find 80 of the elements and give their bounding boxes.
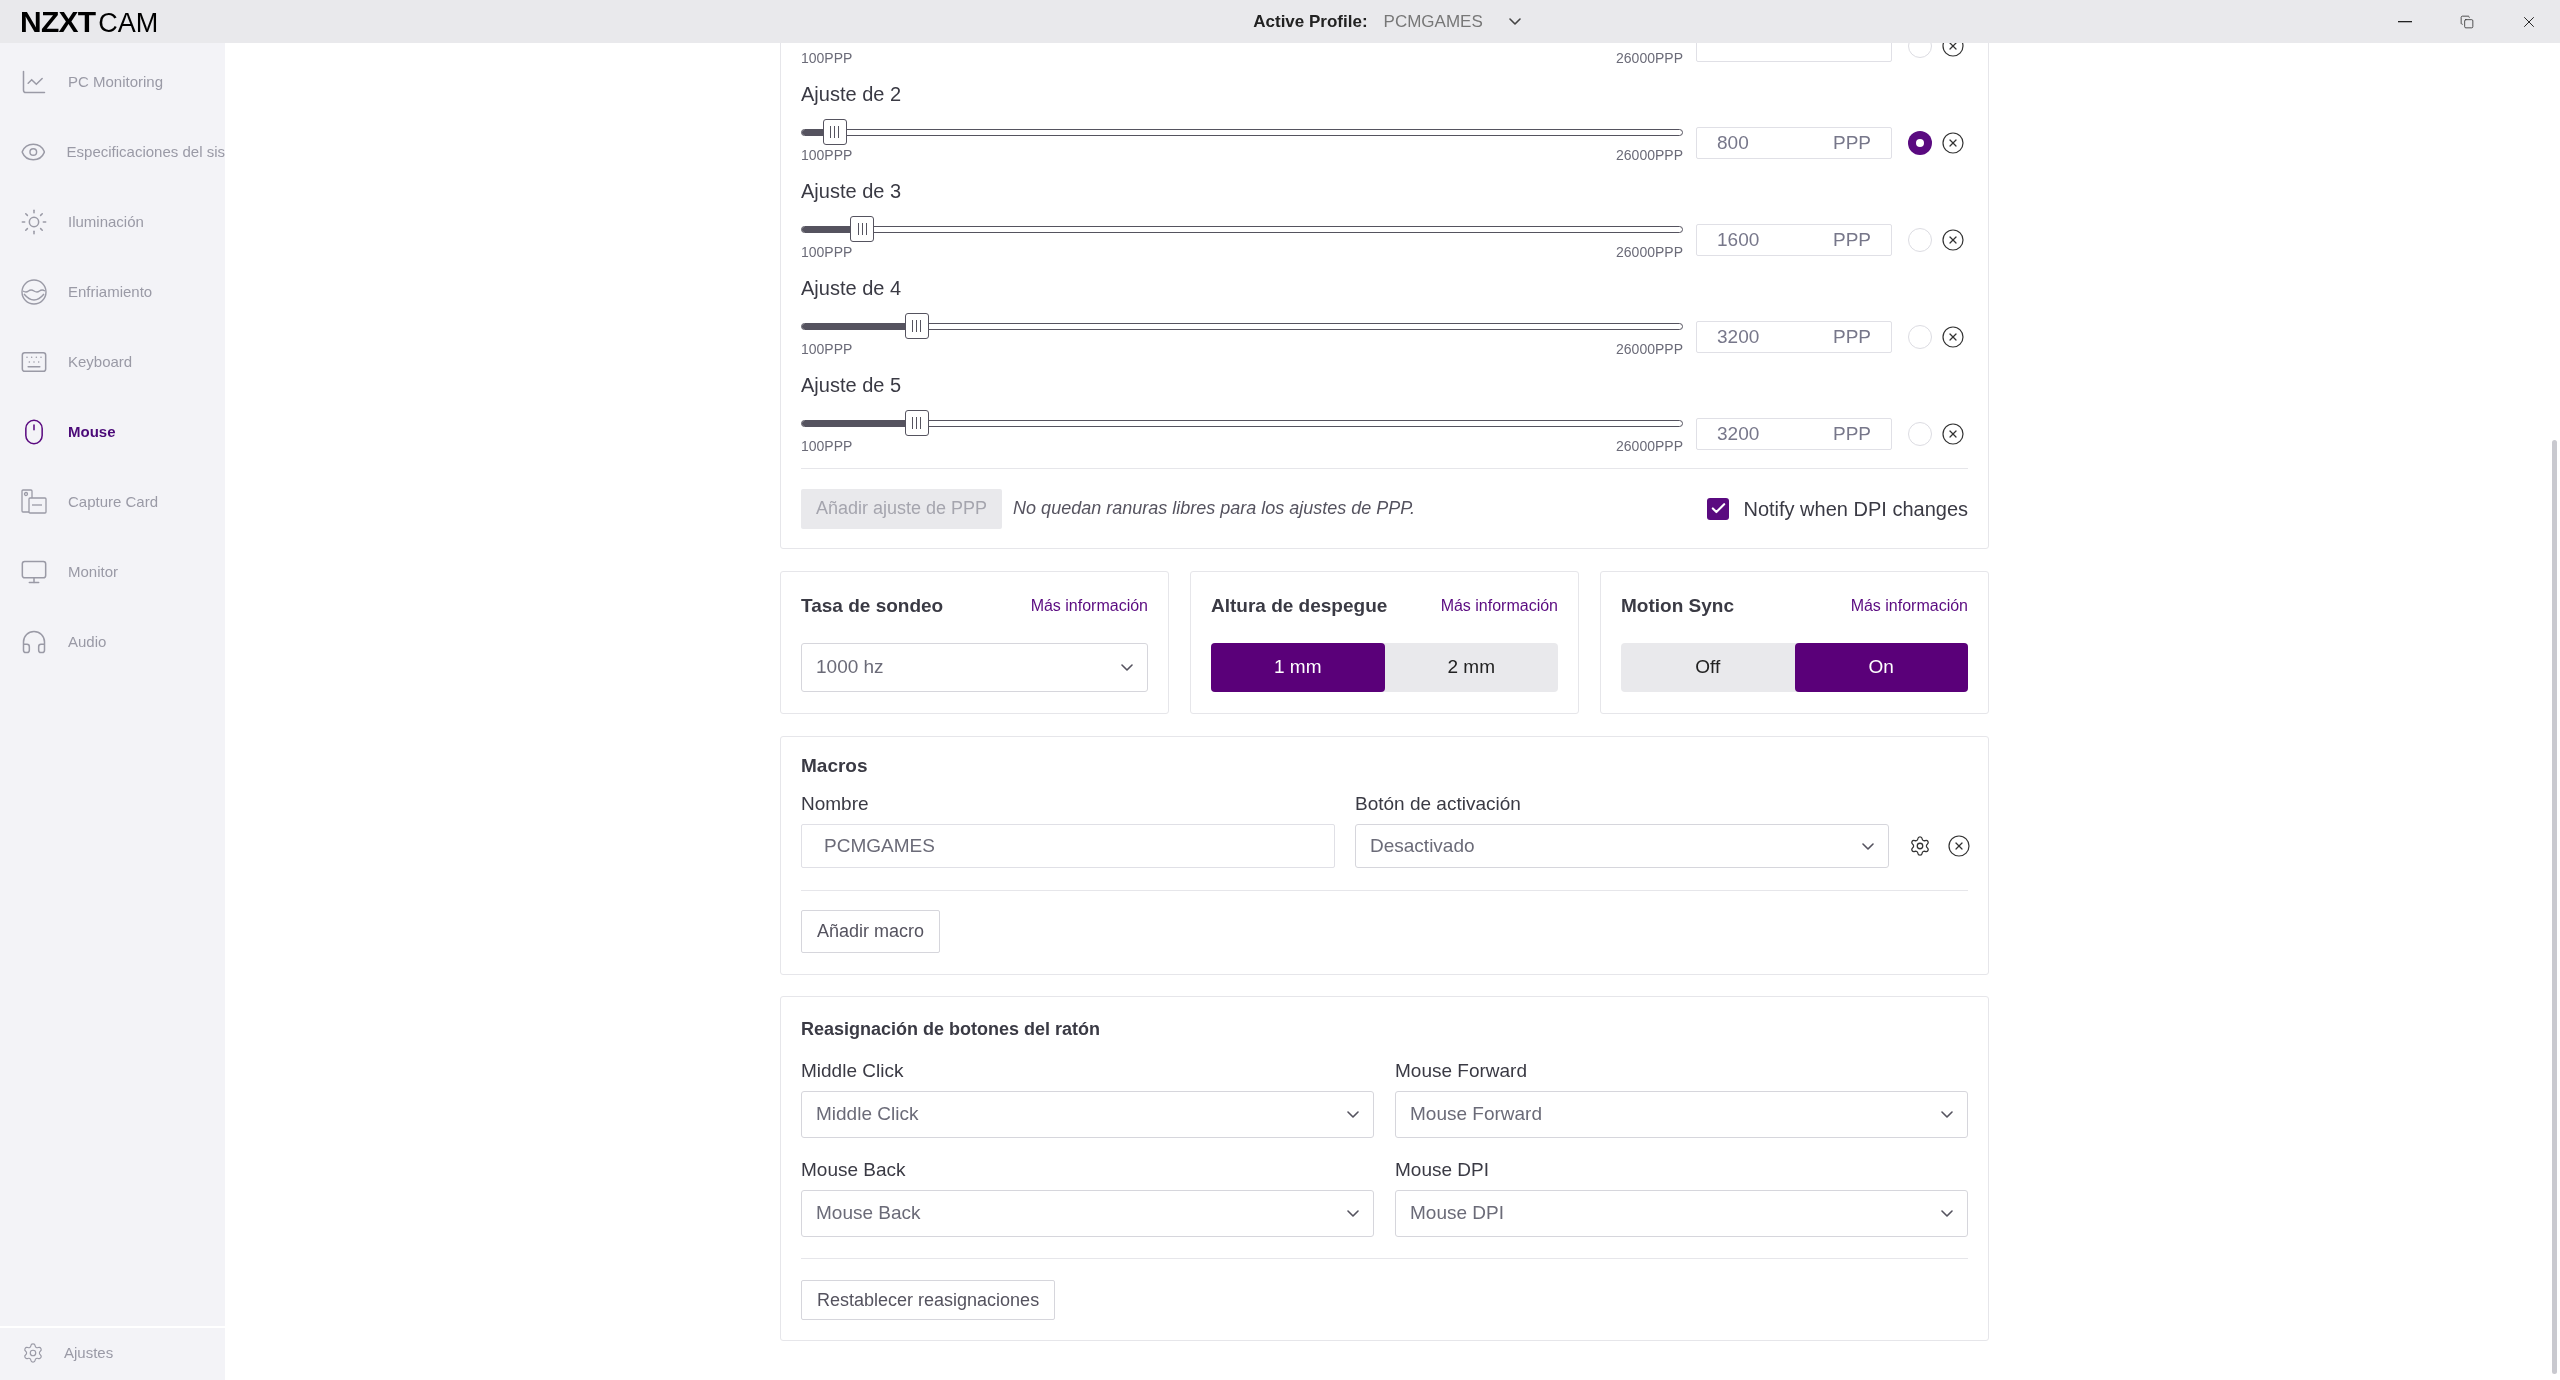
remove-icon[interactable] bbox=[1947, 834, 1971, 858]
dpi-slider[interactable] bbox=[801, 215, 1683, 243]
field-label: Nombre bbox=[801, 792, 870, 816]
toggle-option[interactable]: Off bbox=[1621, 643, 1795, 692]
field-label: Mouse Forward bbox=[1395, 1059, 1528, 1083]
dpi-row-label: Ajuste de 3 bbox=[801, 179, 902, 204]
dpi-slider[interactable] bbox=[801, 409, 1683, 437]
toggle-option[interactable]: 1 mm bbox=[1211, 643, 1385, 692]
max-label: 26000PPP bbox=[1616, 340, 1683, 358]
dpi-row-label: Ajuste de 4 bbox=[801, 276, 902, 301]
trigger-select[interactable]: Desactivado bbox=[1355, 824, 1889, 868]
card-title: Reasignación de botones del ratón bbox=[801, 1018, 1102, 1041]
dpi-row-label: Ajuste de 5 bbox=[801, 373, 902, 398]
remap-select[interactable]: Middle Click bbox=[801, 1091, 1374, 1138]
capture-card-icon bbox=[20, 488, 48, 516]
field-label: Mouse Back bbox=[801, 1158, 907, 1182]
remove-icon[interactable] bbox=[1941, 131, 1965, 155]
bowl-icon bbox=[20, 278, 48, 306]
headset-icon bbox=[20, 628, 48, 656]
remove-icon[interactable] bbox=[1941, 422, 1965, 446]
dpi-input[interactable]: 800 PPP bbox=[1696, 127, 1892, 159]
max-label: 26000PPP bbox=[1616, 146, 1683, 164]
field-label: Middle Click bbox=[801, 1059, 905, 1083]
remap-select[interactable]: Mouse DPI bbox=[1395, 1190, 1968, 1237]
min-label: 100PPP bbox=[801, 437, 853, 455]
max-label: 26000PPP bbox=[1616, 243, 1683, 261]
chevron-down-icon bbox=[1347, 1111, 1359, 1118]
dpi-slider[interactable] bbox=[801, 118, 1683, 146]
monitor-icon bbox=[20, 558, 48, 586]
reset-button[interactable]: Restablecer reasignaciones bbox=[801, 1280, 1056, 1320]
profile-label: Active Profile: bbox=[1253, 10, 1368, 33]
chevron-down-icon bbox=[1347, 1210, 1359, 1217]
settings-icon[interactable] bbox=[1909, 835, 1931, 857]
max-label: 26000PPP bbox=[1616, 437, 1683, 455]
card-title: Macros bbox=[801, 756, 869, 776]
chevron-down-icon bbox=[1941, 1210, 1953, 1217]
scrollbar[interactable] bbox=[2552, 440, 2557, 1374]
restore-icon bbox=[2460, 14, 2474, 29]
min-label: 100PPP bbox=[801, 146, 853, 164]
polling-rate-select[interactable]: 1000 hz bbox=[801, 643, 1148, 692]
remove-icon[interactable] bbox=[1941, 228, 1965, 252]
remap-select[interactable]: Mouse Back bbox=[801, 1190, 1374, 1237]
settings-icon bbox=[22, 1342, 44, 1364]
sun-icon bbox=[20, 208, 48, 236]
info-note: No quedan ranuras libres para los ajustes de PPP. bbox=[1013, 497, 1416, 520]
macro-name-field[interactable]: PCMGAMES bbox=[801, 824, 1335, 868]
chevron-down-icon bbox=[1862, 842, 1874, 850]
sidebar-item[interactable]: Mouse bbox=[0, 397, 225, 467]
chevron-down-icon bbox=[1121, 664, 1133, 671]
profile-dropdown[interactable]: PCMGAMES bbox=[1383, 8, 1521, 35]
toggle-option[interactable]: On bbox=[1794, 643, 1968, 692]
card-title: Tasa de sondeo bbox=[801, 593, 944, 618]
more-info-link[interactable]: Más información bbox=[1850, 594, 1968, 618]
field-label: Botón de activación bbox=[1355, 792, 1522, 816]
min-label: 100PPP bbox=[801, 340, 853, 358]
field-label: Mouse DPI bbox=[1395, 1158, 1490, 1182]
dpi-slider[interactable] bbox=[801, 312, 1683, 340]
toggle-option[interactable]: 2 mm bbox=[1384, 643, 1558, 692]
radio-button[interactable] bbox=[1908, 131, 1932, 155]
more-info-link[interactable]: Más información bbox=[1030, 594, 1148, 618]
remove-icon[interactable] bbox=[1941, 325, 1965, 349]
logo: NZXTCAM bbox=[20, 6, 160, 37]
dpi-row-label: Ajuste de 2 bbox=[801, 82, 902, 107]
add-macro-button[interactable]: Añadir macro bbox=[801, 910, 941, 953]
chevron-down-icon bbox=[1941, 1111, 1953, 1118]
card-title: Motion Sync bbox=[1621, 593, 1734, 618]
line-chart-icon bbox=[20, 68, 48, 96]
dpi-input[interactable]: 3200 PPP bbox=[1696, 321, 1892, 353]
min-label: 100PPP bbox=[801, 49, 853, 67]
notify-label: Notify when DPI changes bbox=[1743, 496, 1968, 522]
chevron-down-icon bbox=[1508, 18, 1521, 25]
minimize-icon bbox=[2398, 20, 2412, 23]
remap-select[interactable]: Mouse Forward bbox=[1395, 1091, 1968, 1138]
dpi-input[interactable]: 3200 PPP bbox=[1696, 418, 1892, 450]
dpi-input[interactable]: 1600 PPP bbox=[1696, 224, 1892, 256]
notify-checkbox[interactable] bbox=[1707, 497, 1730, 520]
more-info-link[interactable]: Más información bbox=[1440, 594, 1558, 618]
max-label: 26000PPP bbox=[1616, 49, 1683, 67]
card-title: Altura de despegue bbox=[1211, 593, 1388, 618]
min-label: 100PPP bbox=[801, 243, 853, 261]
